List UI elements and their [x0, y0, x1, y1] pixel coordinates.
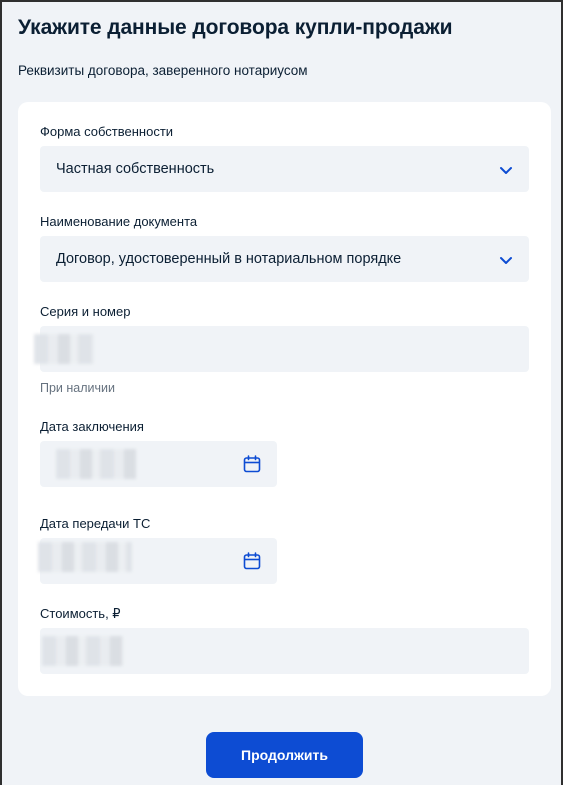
chevron-down-icon	[500, 257, 512, 264]
page-frame: Укажите данные договора купли-продажи Ре…	[0, 0, 563, 785]
redacted-value	[42, 636, 124, 666]
ownership-label: Форма собственности	[40, 124, 174, 139]
contract-date-label: Дата заключения	[40, 419, 144, 434]
continue-button[interactable]: Продолжить	[206, 732, 363, 778]
price-label: Стоимость, ₽	[40, 606, 121, 621]
calendar-icon[interactable]	[242, 551, 262, 571]
series-number-hint: При наличии	[40, 381, 115, 395]
series-number-input[interactable]	[34, 326, 529, 372]
transfer-date-label: Дата передачи ТС	[40, 516, 151, 531]
contract-form-card: Форма собственности Частная собственност…	[18, 102, 551, 696]
page-title: Укажите данные договора купли-продажи	[18, 16, 453, 39]
calendar-icon[interactable]	[242, 454, 262, 474]
series-number-label: Серия и номер	[40, 304, 131, 319]
ownership-value: Частная собственность	[56, 161, 215, 177]
ownership-select[interactable]: Частная собственность	[40, 146, 529, 192]
page-subtitle: Реквизиты договора, заверенного нотариус…	[18, 63, 308, 78]
redacted-value	[34, 334, 94, 364]
transfer-date-input[interactable]	[38, 538, 277, 584]
contract-date-input[interactable]	[40, 441, 277, 487]
document-name-select[interactable]: Договор, удостоверенный в нотариальном п…	[40, 236, 529, 282]
document-name-label: Наименование документа	[40, 214, 198, 229]
price-input[interactable]	[40, 628, 529, 674]
redacted-value	[56, 449, 136, 479]
document-name-value: Договор, удостоверенный в нотариальном п…	[56, 251, 402, 267]
redacted-value	[38, 542, 132, 572]
chevron-down-icon	[500, 167, 512, 174]
